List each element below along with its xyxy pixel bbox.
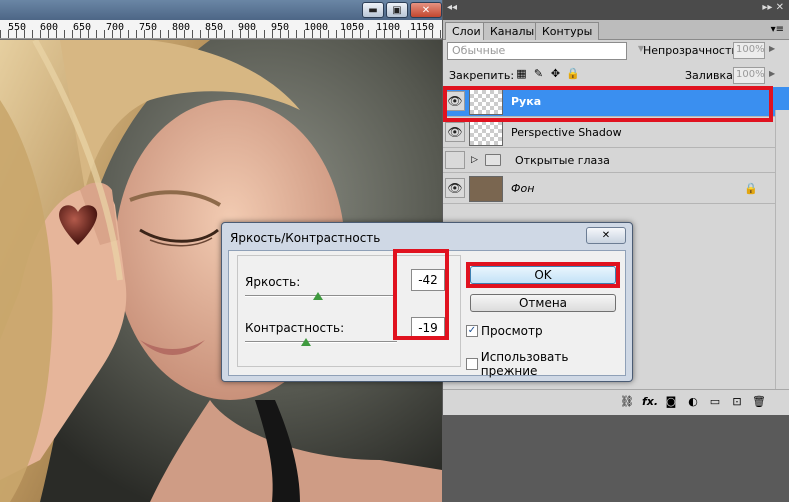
layer-group-open-eyes[interactable]: ▷ Открытые глаза [443,149,789,173]
highlight-values-box [393,249,449,340]
use-legacy-checkbox[interactable]: Использовать прежние [466,350,625,378]
cancel-button[interactable]: Отмена [470,294,616,312]
lock-position-icon[interactable]: ✥ [549,67,562,80]
panel-tabs: Слои Каналы Контуры ▾≡ [443,20,789,40]
panel-footer: ⛓ fx. ◙ ◐ ▭ ⊡ 🗑 [443,389,789,415]
contrast-slider-thumb[interactable] [301,338,311,346]
brightness-label: Яркость: [245,275,301,289]
minimize-icon: ▬ [368,4,378,16]
adjustment-layer-icon[interactable]: ◐ [686,395,700,409]
fill-input[interactable]: 100% [733,67,765,84]
preview-label: Просмотр [481,324,543,338]
fill-arrow-icon[interactable]: ▶ [769,69,781,83]
lock-label: Закрепить: [449,69,515,82]
maximize-icon: ▣ [392,4,402,16]
layer-thumbnail [469,120,503,146]
maximize-button[interactable]: ▣ [386,2,408,18]
brightness-contrast-dialog: Яркость/Контрастность ✕ Яркость: -42 Кон… [221,222,633,382]
panel-menu-icon[interactable]: ▾≡ [771,24,784,35]
close-button[interactable]: ✕ [410,2,442,18]
lock-options: ▦ ✎ ✥ 🔒 [515,67,579,80]
document-titlebar: ▬ ▣ ✕ [0,0,442,20]
lock-fill-row: Закрепить: ▦ ✎ ✥ 🔒 Заливка: 100% ▶ [443,66,789,86]
window-controls: ▬ ▣ ✕ [362,2,442,18]
add-mask-icon[interactable]: ◙ [664,395,678,409]
blend-opacity-row: Обычные ▼ Непрозрачность: 100% ▶ [443,42,789,64]
contrast-label: Контрастность: [245,321,345,335]
opacity-input[interactable]: 100% [733,42,765,59]
link-layers-icon[interactable]: ⛓ [620,395,634,409]
eye-icon[interactable]: 👁 [445,122,465,142]
expand-triangle-icon[interactable]: ▷ [471,155,478,165]
layer-thumbnail [469,176,503,202]
highlight-layer-box [443,86,773,122]
dialog-close-button[interactable]: ✕ [586,227,626,244]
brightness-slider-thumb[interactable] [313,292,323,300]
delete-layer-icon[interactable]: 🗑 [752,395,766,409]
new-layer-icon[interactable]: ⊡ [730,395,744,409]
lock-all-icon[interactable]: 🔒 [566,67,580,80]
lock-transparency-icon[interactable]: ▦ [515,67,528,80]
visibility-toggle[interactable] [445,151,465,169]
new-group-icon[interactable]: ▭ [708,395,722,409]
tab-paths[interactable]: Контуры [535,22,600,40]
folder-icon [485,154,501,166]
dialog-body: Яркость: -42 Контрастность: -19 OK Отмен… [228,249,626,378]
use-legacy-label: Использовать прежние [480,350,569,378]
panel-footer-icons: ⛓ fx. ◙ ◐ ▭ ⊡ 🗑 [620,395,766,409]
empty-checkbox-icon [466,358,478,370]
layer-name: Perspective Shadow [511,126,622,139]
preview-checkbox[interactable]: ✓ Просмотр [466,324,543,338]
tab-channels[interactable]: Каналы [483,22,542,40]
eye-icon[interactable]: 👁 [445,178,465,198]
panel-close-icon[interactable]: ▸▸ ✕ [762,2,784,13]
minimize-button[interactable]: ▬ [362,2,384,18]
highlight-ok-box [466,262,620,288]
layer-name: Фон [511,182,535,195]
layer-row-background[interactable]: 👁 Фон 🔒 [443,174,789,204]
horizontal-ruler[interactable]: 550 600 650 700 750 800 850 900 950 1000… [0,20,442,39]
fill-label: Заливка: [685,69,737,82]
blend-mode-select[interactable]: Обычные ▼ [447,42,644,60]
close-icon: ✕ [601,230,611,241]
close-icon: ✕ [421,4,431,16]
contrast-slider[interactable] [245,341,397,343]
lock-icon: 🔒 [744,182,758,195]
layers-scrollbar[interactable] [775,110,789,390]
collapse-panel-icon[interactable]: ◂◂ [447,2,457,13]
dialog-title: Яркость/Контрастность [230,231,381,245]
opacity-label: Непрозрачность: [643,44,742,57]
layer-row-perspective-shadow[interactable]: 👁 Perspective Shadow [443,118,789,148]
ruler-ticks [0,30,442,38]
layer-name: Открытые глаза [515,154,610,167]
opacity-arrow-icon[interactable]: ▶ [769,44,781,58]
blend-mode-value: Обычные [452,44,506,57]
panel-header: ◂◂ ▸▸ ✕ [443,0,789,20]
lock-pixels-icon[interactable]: ✎ [532,67,545,80]
fx-icon[interactable]: fx. [642,395,658,409]
tab-layers[interactable]: Слои [445,22,488,40]
checkmark-icon: ✓ [466,325,478,337]
